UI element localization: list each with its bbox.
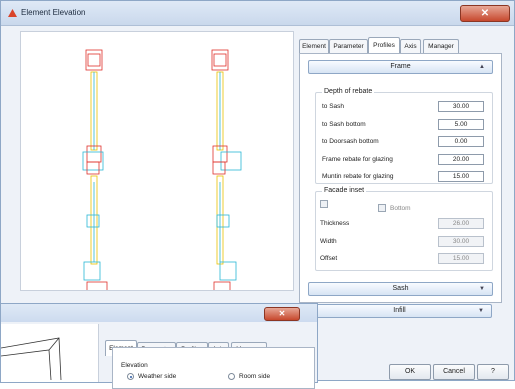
to-sash-input[interactable]: 30.00 [438, 101, 484, 112]
title-bar-2: ✕ [1, 304, 317, 322]
thickness-input[interactable]: 26.00 [438, 218, 484, 229]
offset-label: Offset [320, 255, 338, 262]
element-panel-2: Elevation Weather side Room side [112, 347, 315, 389]
depth-of-rebate-title: Depth of rebate [322, 88, 375, 95]
right-window-profile [211, 49, 242, 301]
elevation-label: Elevation [121, 362, 148, 369]
depth-of-rebate-group: Depth of rebate to Sash 30.00 to Sash bo… [315, 88, 493, 184]
close-button[interactable]: ✕ [460, 5, 510, 22]
to-sash-bottom-label: to Sash bottom [322, 121, 366, 128]
bottom-label: Bottom [390, 205, 411, 212]
offset-input[interactable]: 15.00 [438, 253, 484, 264]
tab-parameter[interactable]: Parameter [329, 39, 368, 53]
frame-section-title: Frame [390, 63, 411, 70]
infill-section-header[interactable]: Infill ▼ [307, 304, 492, 318]
perspective-drawing [0, 337, 62, 381]
sash-section-header[interactable]: Sash ▼ [308, 282, 493, 296]
muntin-rebate-glazing-label: Muntin rebate for glazing [322, 173, 394, 180]
to-doorsash-bottom-input[interactable]: 0.00 [438, 136, 484, 147]
bottom-checkbox[interactable] [378, 204, 386, 212]
app-icon [8, 9, 17, 17]
facade-inset-title: Facade inset [322, 187, 367, 194]
close-button-2[interactable]: ✕ [264, 307, 300, 321]
muntin-rebate-glazing-input[interactable]: 15.00 [438, 171, 484, 182]
tab-element[interactable]: Element [299, 39, 329, 53]
elevation-canvas[interactable] [20, 31, 294, 301]
help-button[interactable]: ? [477, 364, 509, 380]
tab-profiles[interactable]: Profiles [368, 37, 400, 53]
element-elevation-window-2: ✕ Element Parameter Profiles Axis Manage… [0, 303, 318, 389]
ok-button[interactable]: OK [389, 364, 431, 380]
chevron-up-icon: ▲ [479, 64, 485, 70]
thickness-label: Thickness [320, 220, 350, 227]
profiles-panel: Frame ▲ Depth of rebate to Sash 30.00 to… [299, 53, 502, 303]
width-label: Width [320, 238, 337, 245]
tab-axis[interactable]: Axis [400, 39, 421, 53]
frame-rebate-glazing-label: Frame rebate for glazing [322, 156, 393, 163]
weather-side-radio[interactable] [127, 373, 134, 380]
chevron-down-icon: ▼ [479, 286, 485, 292]
perspective-canvas[interactable] [0, 324, 99, 382]
elevation-drawing [82, 49, 242, 301]
to-sash-label: to Sash [322, 103, 345, 110]
left-window-profile [82, 49, 108, 301]
frame-section-header[interactable]: Frame ▲ [308, 60, 493, 74]
infill-section-title: Infill [393, 307, 406, 314]
facade-inset-checkbox[interactable] [320, 200, 328, 208]
chevron-down-icon: ▼ [478, 308, 484, 314]
title-bar: Element Elevation ✕ [1, 1, 514, 26]
window-title: Element Elevation [21, 8, 86, 17]
room-side-label: Room side [239, 373, 271, 380]
sash-section-title: Sash [392, 285, 409, 292]
room-side-radio[interactable] [228, 373, 235, 380]
width-input[interactable]: 30.00 [438, 236, 484, 247]
to-sash-bottom-input[interactable]: 5.00 [438, 119, 484, 130]
tab-manager[interactable]: Manager [423, 39, 459, 53]
facade-inset-group: Facade inset Bottom Thickness 26.00 Widt… [315, 187, 493, 271]
weather-side-label: Weather side [138, 373, 177, 380]
frame-rebate-glazing-input[interactable]: 20.00 [438, 154, 484, 165]
cancel-button[interactable]: Cancel [433, 364, 475, 380]
to-doorsash-bottom-label: to Doorsash bottom [322, 138, 379, 145]
